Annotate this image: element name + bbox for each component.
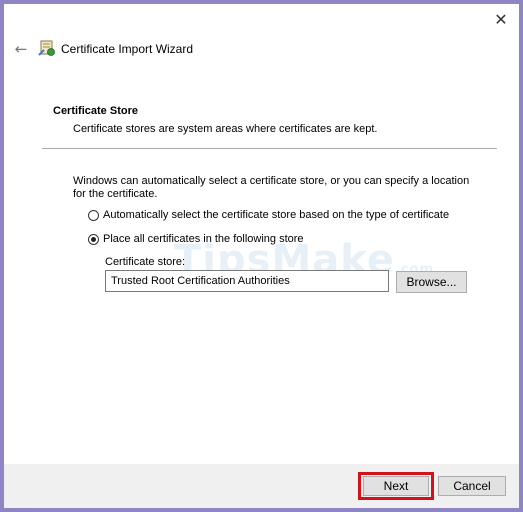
auto-select-radio[interactable] xyxy=(88,209,99,221)
auto-select-label[interactable]: Automatically select the certificate sto… xyxy=(103,209,449,221)
auto-select-option[interactable]: Automatically select the certificate sto… xyxy=(88,209,449,221)
wizard-title: Certificate Import Wizard xyxy=(61,42,194,56)
close-icon[interactable]: ✕ xyxy=(491,10,511,30)
cancel-button[interactable]: Cancel xyxy=(438,476,506,496)
place-in-store-label[interactable]: Place all certificates in the following … xyxy=(103,233,304,245)
place-in-store-option[interactable]: Place all certificates in the following … xyxy=(88,233,304,245)
section-description: Certificate stores are system areas wher… xyxy=(73,123,378,135)
place-in-store-radio[interactable] xyxy=(88,233,99,245)
back-arrow-icon[interactable]: ← xyxy=(12,40,30,58)
certificate-wizard-icon xyxy=(38,40,55,56)
certificate-store-label: Certificate store: xyxy=(105,256,186,268)
certificate-store-field[interactable]: Trusted Root Certification Authorities xyxy=(105,270,389,292)
wizard-window: ✕ ← Certificate Import Wizard Certificat… xyxy=(4,4,519,508)
intro-text: Windows can automatically select a certi… xyxy=(73,175,470,200)
next-button[interactable]: Next xyxy=(363,476,429,496)
browse-button[interactable]: Browse... xyxy=(396,271,467,293)
section-title: Certificate Store xyxy=(53,105,138,117)
header-divider xyxy=(42,148,497,149)
